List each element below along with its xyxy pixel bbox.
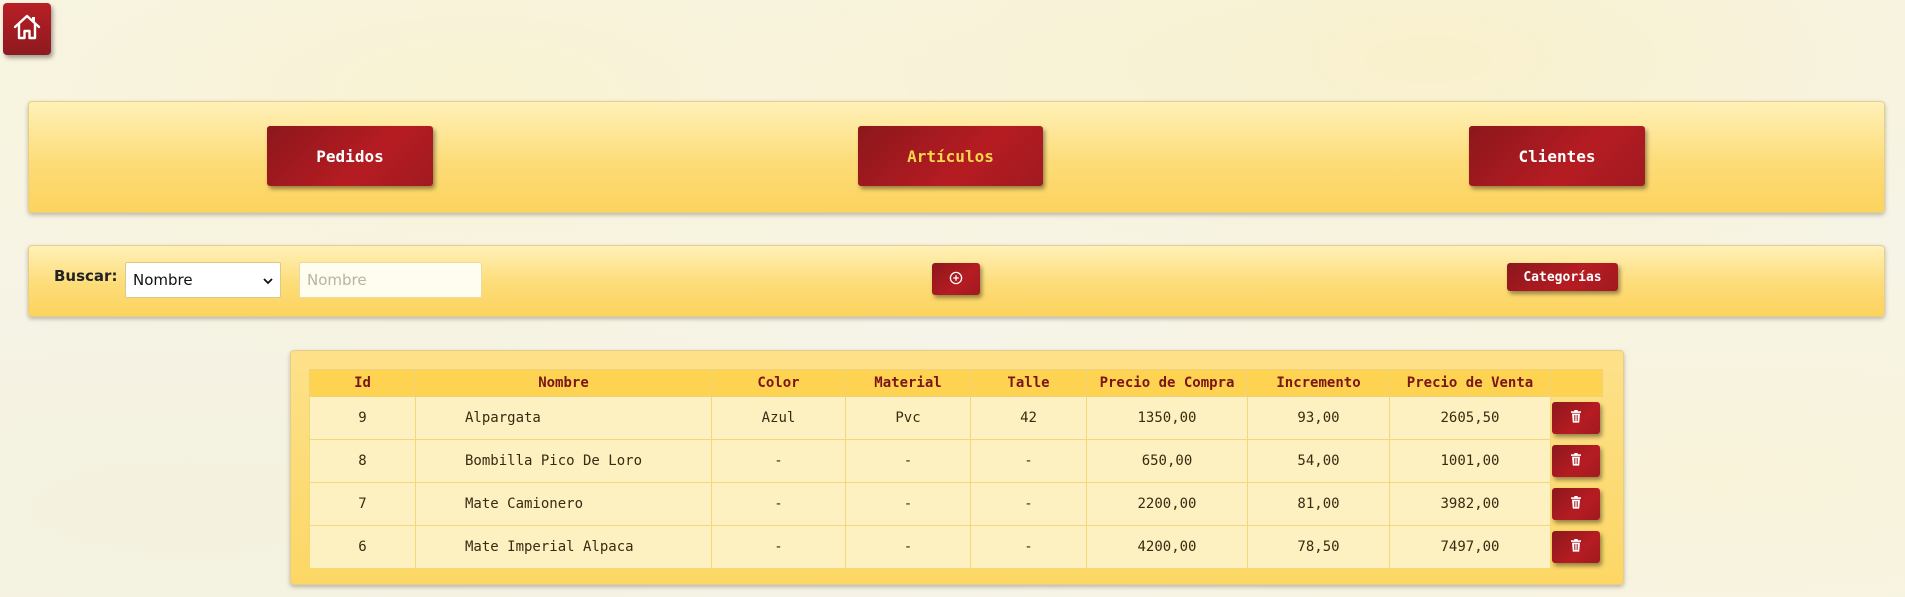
search-field-value: Nombre	[133, 271, 193, 289]
search-label: Buscar:	[54, 267, 118, 285]
delete-button[interactable]	[1552, 402, 1600, 435]
delete-button[interactable]	[1552, 488, 1600, 520]
cell-actions	[1551, 526, 1603, 569]
nav-clientes-button[interactable]: Clientes	[1469, 126, 1645, 186]
cell-incremento: 81,00	[1247, 482, 1390, 526]
cell-precio-venta: 3982,00	[1389, 482, 1551, 526]
trash-icon	[1570, 409, 1582, 427]
nav-articulos-button[interactable]: Artículos	[858, 126, 1043, 186]
column-header-precio-venta: Precio de Venta	[1389, 369, 1551, 397]
column-header-color: Color	[711, 369, 846, 397]
search-field-select[interactable]: Nombre	[125, 262, 281, 298]
cell-precio-compra: 2200,00	[1086, 482, 1248, 526]
cell-precio-compra: 650,00	[1086, 439, 1248, 483]
cell-material: -	[845, 525, 971, 569]
cell-nombre: Bombilla Pico De Loro	[415, 439, 712, 483]
table-header-row: Id Nombre Color Material Talle Precio de…	[309, 369, 1603, 397]
cell-incremento: 78,50	[1247, 525, 1390, 569]
cell-precio-venta: 2605,50	[1389, 396, 1551, 440]
home-button[interactable]	[3, 3, 51, 55]
cell-talle: -	[970, 482, 1087, 526]
table-row: 6 Mate Imperial Alpaca - - - 4200,00 78,…	[309, 525, 1603, 569]
cell-color: Azul	[711, 396, 846, 440]
cell-nombre: Mate Imperial Alpaca	[415, 525, 712, 569]
column-header-nombre: Nombre	[415, 369, 712, 397]
cell-color: -	[711, 525, 846, 569]
trash-icon	[1570, 538, 1582, 556]
delete-button[interactable]	[1552, 445, 1600, 477]
cell-actions	[1551, 440, 1603, 483]
cell-id: 9	[309, 396, 416, 440]
cell-id: 6	[309, 525, 416, 569]
nav-pedidos-button[interactable]: Pedidos	[267, 126, 433, 186]
plus-circle-icon	[949, 270, 963, 289]
cell-color: -	[711, 482, 846, 526]
trash-icon	[1570, 452, 1582, 470]
column-header-incremento: Incremento	[1247, 369, 1390, 397]
cell-talle: -	[970, 525, 1087, 569]
column-header-precio-compra: Precio de Compra	[1086, 369, 1248, 397]
categories-button[interactable]: Categorías	[1507, 263, 1618, 291]
trash-icon	[1570, 495, 1582, 513]
home-icon	[12, 12, 42, 47]
table-row: 9 Alpargata Azul Pvc 42 1350,00 93,00 26…	[309, 396, 1603, 440]
cell-nombre: Alpargata	[415, 396, 712, 440]
cell-precio-venta: 7497,00	[1389, 525, 1551, 569]
cell-id: 7	[309, 482, 416, 526]
articles-table: Id Nombre Color Material Talle Precio de…	[309, 369, 1603, 569]
cell-color: -	[711, 439, 846, 483]
main-nav: Pedidos Artículos Clientes	[28, 101, 1885, 213]
table-row: 7 Mate Camionero - - - 2200,00 81,00 398…	[309, 482, 1603, 526]
cell-material: Pvc	[845, 396, 971, 440]
table-row: 8 Bombilla Pico De Loro - - - 650,00 54,…	[309, 439, 1603, 483]
cell-incremento: 93,00	[1247, 396, 1390, 440]
column-header-talle: Talle	[970, 369, 1087, 397]
add-article-button[interactable]	[932, 263, 980, 295]
chevron-down-icon	[263, 271, 273, 289]
cell-incremento: 54,00	[1247, 439, 1390, 483]
search-input[interactable]	[299, 262, 482, 298]
delete-button[interactable]	[1552, 531, 1600, 563]
cell-material: -	[845, 482, 971, 526]
articles-table-panel: Id Nombre Color Material Talle Precio de…	[290, 350, 1624, 585]
cell-actions	[1551, 483, 1603, 526]
cell-id: 8	[309, 439, 416, 483]
cell-nombre: Mate Camionero	[415, 482, 712, 526]
cell-talle: -	[970, 439, 1087, 483]
cell-actions	[1551, 397, 1603, 440]
cell-precio-compra: 1350,00	[1086, 396, 1248, 440]
cell-material: -	[845, 439, 971, 483]
search-bar: Buscar: Nombre Categorías	[28, 245, 1885, 317]
column-header-id: Id	[309, 369, 416, 397]
cell-talle: 42	[970, 396, 1087, 440]
cell-precio-venta: 1001,00	[1389, 439, 1551, 483]
column-header-actions	[1550, 369, 1603, 397]
column-header-material: Material	[845, 369, 971, 397]
cell-precio-compra: 4200,00	[1086, 525, 1248, 569]
